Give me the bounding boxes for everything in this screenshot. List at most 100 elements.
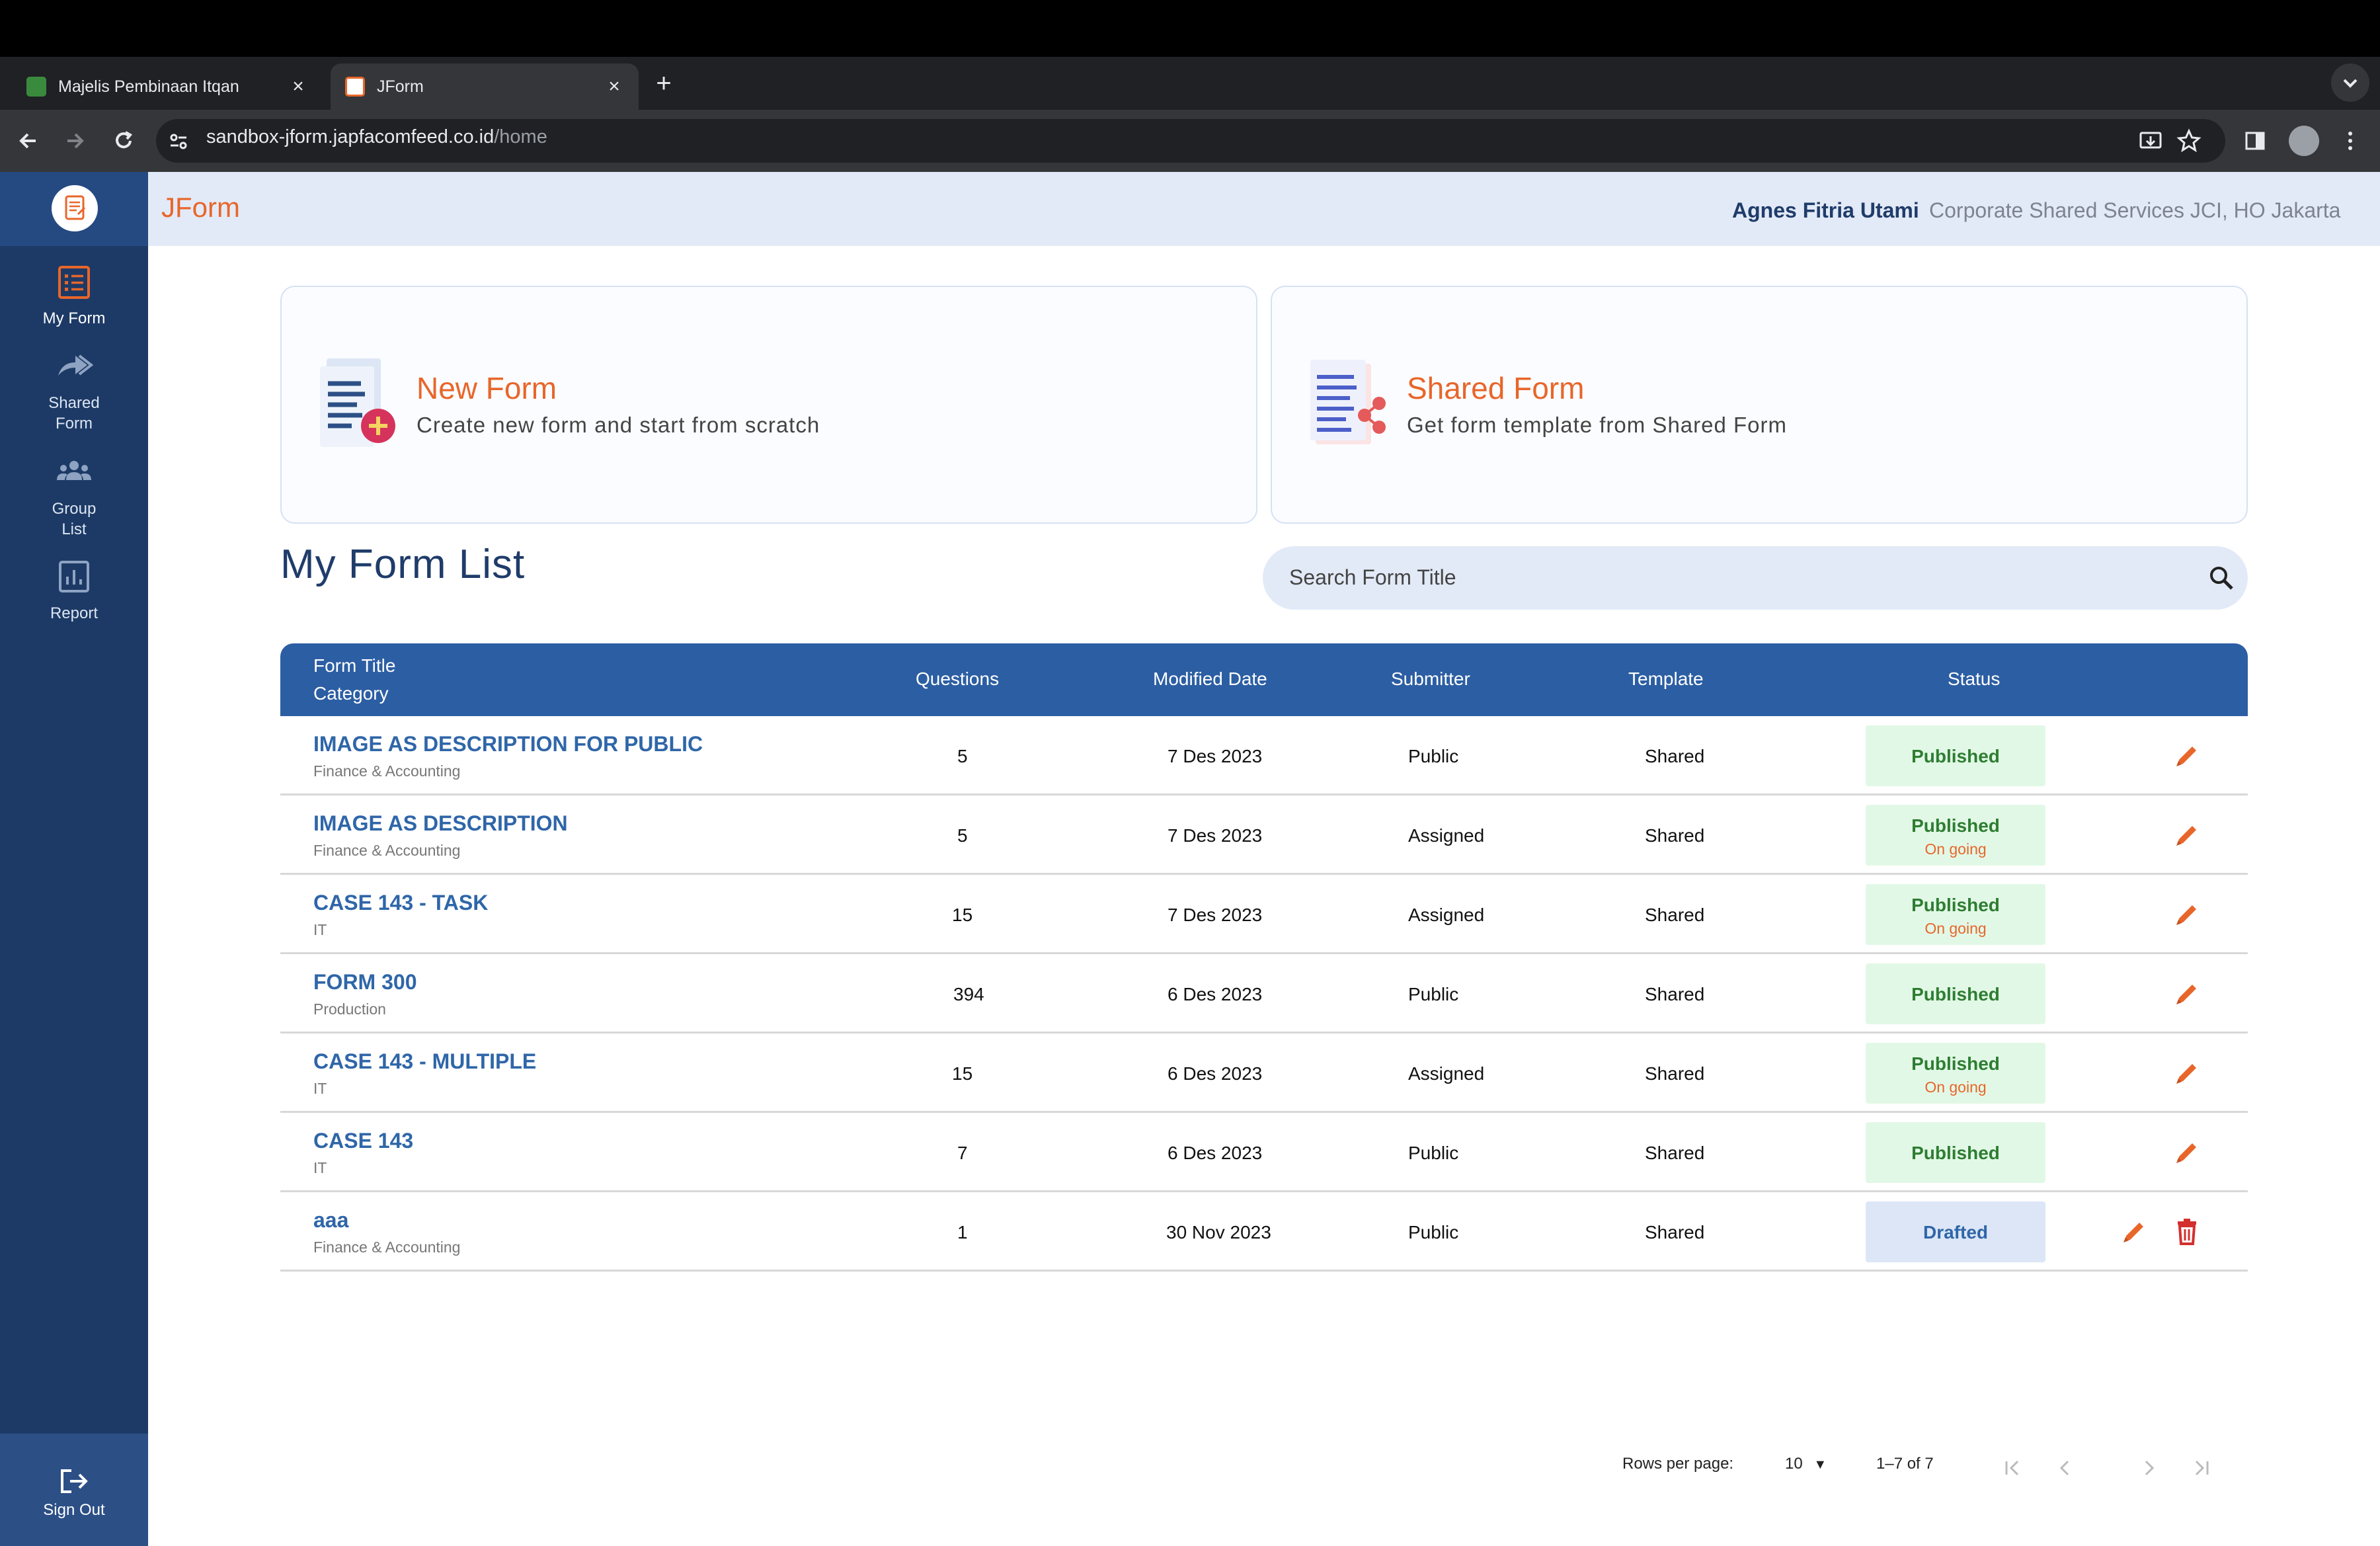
rows-per-page-select[interactable]: 10 ▼ [1785, 1455, 1827, 1473]
form-title-link[interactable]: CASE 143 - TASK [313, 891, 488, 915]
column-header-status[interactable]: Status [1948, 669, 2000, 690]
delete-trash-icon[interactable] [2174, 1217, 2200, 1246]
shared-form-card[interactable]: Shared Form Get form template from Share… [1271, 286, 2248, 524]
close-tab-icon[interactable]: × [287, 75, 309, 98]
reload-icon[interactable] [107, 124, 140, 157]
edit-pencil-icon[interactable] [2172, 1059, 2202, 1088]
edit-pencil-icon[interactable] [2172, 900, 2202, 929]
form-title-link[interactable]: aaa [313, 1208, 348, 1233]
search-icon[interactable] [2207, 563, 2236, 592]
rows-per-page-label: Rows per page: [1622, 1455, 1734, 1473]
pagination-range: 1–7 of 7 [1876, 1455, 1934, 1473]
questions-count: 7 [957, 1143, 968, 1163]
form-title-link[interactable]: IMAGE AS DESCRIPTION FOR PUBLIC [313, 732, 703, 756]
submitter: Assigned [1408, 1063, 1485, 1084]
back-arrow-icon[interactable] [12, 124, 45, 157]
report-chart-icon [54, 559, 94, 596]
previous-page-icon[interactable] [2053, 1456, 2077, 1480]
form-title-link[interactable]: IMAGE AS DESCRIPTION [313, 811, 568, 836]
edit-pencil-icon[interactable] [2172, 1138, 2202, 1167]
status-badge: Drafted [1866, 1201, 2045, 1262]
table-row[interactable]: CASE 143 IT 7 6 Des 2023 Public Shared P… [280, 1113, 2248, 1192]
rows-per-page-value: 10 [1785, 1455, 1803, 1473]
new-tab-plus-icon[interactable]: + [645, 65, 682, 102]
search-input[interactable] [1289, 548, 2182, 607]
list-title: My Form List [280, 542, 526, 587]
sidebar-item-label: Shared Form [48, 394, 100, 432]
jform-favicon-icon [345, 77, 365, 97]
group-icon [54, 455, 94, 492]
next-page-icon[interactable] [2137, 1456, 2161, 1480]
screen-top-bar [0, 0, 2380, 57]
table-row[interactable]: CASE 143 - TASK IT 15 7 Des 2023 Assigne… [280, 875, 2248, 954]
url-path: /home [494, 126, 547, 147]
column-header-form-title[interactable]: Form Title [313, 655, 395, 676]
site-info-icon[interactable] [167, 130, 190, 153]
submitter: Assigned [1408, 825, 1485, 846]
table-row[interactable]: FORM 300 Production 394 6 Des 2023 Publi… [280, 954, 2248, 1034]
profile-avatar[interactable] [2289, 126, 2319, 156]
first-page-icon[interactable] [2001, 1456, 2024, 1480]
column-header-category: Category [313, 683, 389, 704]
status-badge: Published [1866, 725, 2045, 786]
column-header-modified-date[interactable]: Modified Date [1153, 669, 1267, 690]
shared-form-subtitle: Get form template from Shared Form [1407, 413, 1788, 437]
install-app-icon[interactable] [2134, 124, 2167, 157]
sign-out-button[interactable]: Sign Out [0, 1434, 148, 1546]
questions-count: 15 [952, 1063, 973, 1084]
form-category: Finance & Accounting [313, 842, 461, 859]
edit-pencil-icon[interactable] [2120, 1217, 2149, 1246]
last-page-icon[interactable] [2190, 1456, 2213, 1480]
table-row[interactable]: CASE 143 - MULTIPLE IT 15 6 Des 2023 Ass… [280, 1034, 2248, 1113]
sign-out-label: Sign Out [43, 1501, 105, 1519]
brand-title: JForm [161, 192, 240, 223]
edit-pencil-icon[interactable] [2172, 821, 2202, 850]
new-form-title: New Form [416, 371, 557, 405]
browser-menu-icon[interactable] [2334, 124, 2367, 157]
column-header-submitter[interactable]: Submitter [1391, 669, 1470, 690]
edit-pencil-icon[interactable] [2172, 979, 2202, 1008]
form-category: Finance & Accounting [313, 762, 461, 780]
template: Shared [1645, 984, 1705, 1004]
table-row[interactable]: IMAGE AS DESCRIPTION FOR PUBLIC Finance … [280, 716, 2248, 795]
list-icon [54, 264, 94, 302]
tab-title: Majelis Pembinaan Itqan [58, 77, 239, 96]
form-category: IT [313, 1080, 327, 1097]
template: Shared [1645, 825, 1705, 846]
questions-count: 15 [952, 905, 973, 925]
sidebar-item-group-list[interactable]: Group List [0, 455, 148, 540]
user-name[interactable]: Agnes Fitria Utami [1732, 198, 1919, 223]
forward-arrow-icon[interactable] [58, 124, 91, 157]
column-header-questions[interactable]: Questions [916, 669, 999, 690]
status-text: Drafted [1923, 1222, 1988, 1242]
modified-date: 6 Des 2023 [1168, 1063, 1263, 1084]
questions-count: 1 [957, 1222, 968, 1242]
form-title-link[interactable]: CASE 143 - MULTIPLE [313, 1049, 536, 1074]
tab-search-chevron-icon[interactable] [2331, 63, 2369, 102]
modified-date: 7 Des 2023 [1168, 825, 1263, 846]
browser-tab-jform[interactable]: JForm × [331, 63, 639, 110]
new-form-document-icon [315, 357, 401, 450]
modified-date: 30 Nov 2023 [1166, 1222, 1271, 1242]
template: Shared [1645, 905, 1705, 925]
form-title-link[interactable]: CASE 143 [313, 1129, 413, 1153]
form-title-link[interactable]: FORM 300 [313, 970, 416, 995]
side-panel-icon[interactable] [2239, 124, 2272, 157]
sidebar-item-shared-form[interactable]: Shared Form [0, 349, 148, 434]
status-text: Published [1911, 815, 2000, 836]
table-row[interactable]: aaa Finance & Accounting 1 30 Nov 2023 P… [280, 1192, 2248, 1272]
browser-tab-majelis[interactable]: Majelis Pembinaan Itqan × [12, 63, 323, 110]
url-text[interactable]: sandbox-jform.japfacomfeed.co.id/home [206, 126, 547, 148]
status-substatus: On going [1924, 1078, 1987, 1096]
modified-date: 6 Des 2023 [1168, 984, 1263, 1004]
sidebar-item-report[interactable]: Report [0, 559, 148, 624]
edit-pencil-icon[interactable] [2172, 741, 2202, 770]
close-tab-icon[interactable]: × [603, 75, 625, 98]
questions-count: 394 [953, 984, 984, 1004]
jform-logo-icon[interactable] [52, 185, 98, 231]
column-header-template[interactable]: Template [1628, 669, 1704, 690]
new-form-card[interactable]: New Form Create new form and start from … [280, 286, 1257, 524]
bookmark-star-icon[interactable] [2172, 124, 2205, 157]
sidebar-item-my-form[interactable]: My Form [0, 264, 148, 329]
table-row[interactable]: IMAGE AS DESCRIPTION Finance & Accountin… [280, 795, 2248, 875]
